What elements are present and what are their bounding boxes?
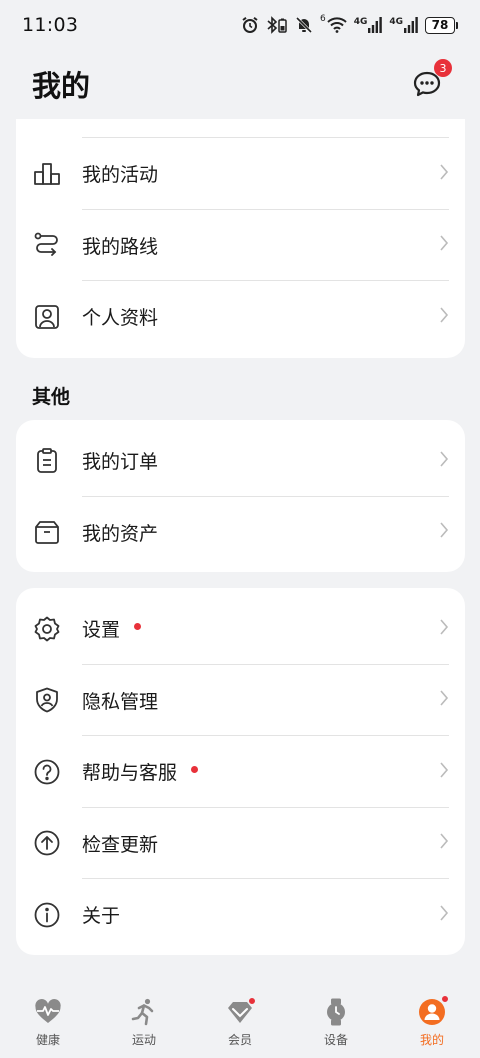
messages-button[interactable]: 3 [410, 59, 452, 101]
mute-bell-icon [295, 16, 313, 34]
row-label: 个人资料 [82, 307, 159, 330]
nav-label: 运动 [131, 1033, 156, 1047]
status-icons: 6 4G 4G 78 [241, 14, 458, 34]
row-my-orders[interactable]: 我的订单 [16, 425, 465, 497]
nav-label: 健康 [35, 1033, 60, 1047]
profile-icon [32, 302, 62, 332]
nav-member[interactable]: 会员 [205, 996, 275, 1048]
nav-health[interactable]: 健康 [13, 996, 83, 1048]
route-icon [32, 230, 62, 260]
row-label: 我的订单 [82, 451, 159, 474]
card-my-items: 我的活动 我的路线 个人资料 [16, 119, 465, 358]
row-label: 隐私管理 [82, 690, 159, 713]
nav-me[interactable]: 我的 [397, 995, 467, 1048]
row-settings[interactable]: 设置 [16, 593, 465, 665]
battery-indicator: 78 [425, 16, 458, 34]
row-my-assets[interactable]: 我的资产 [16, 497, 465, 569]
chevron-right-icon [439, 761, 449, 783]
nav-label: 会员 [227, 1033, 252, 1047]
row-label: 关于 [82, 905, 121, 928]
chevron-right-icon [439, 904, 449, 926]
wifi-indicator: 6 [320, 14, 347, 33]
section-title-other: 其他 [32, 386, 71, 408]
notification-dot [441, 995, 449, 1003]
row-label: 我的资产 [82, 522, 159, 545]
me-avatar-icon [416, 995, 449, 1028]
health-heart-icon [32, 996, 64, 1028]
bluetooth-battery-icon [267, 16, 287, 34]
signal-bars-icon [404, 17, 418, 33]
page-title: 我的 [32, 69, 91, 103]
chevron-right-icon [439, 618, 449, 640]
wifi-icon [326, 17, 347, 33]
row-check-update[interactable]: 检查更新 [16, 808, 465, 879]
chevron-right-icon [439, 689, 449, 711]
row-label: 帮助与客服 [82, 762, 178, 785]
running-icon [128, 996, 160, 1028]
chevron-right-icon [439, 832, 449, 854]
privacy-shield-icon [32, 685, 62, 715]
battery-tip [456, 21, 458, 29]
update-arrow-icon [32, 828, 62, 858]
message-count-badge: 3 [434, 59, 452, 77]
order-clipboard-icon [32, 446, 62, 476]
bottom-nav: 健康 运动 会员 设备 我的 [0, 990, 480, 1058]
assets-box-icon [32, 517, 62, 547]
row-label: 检查更新 [82, 833, 159, 856]
nav-label: 我的 [419, 1033, 444, 1047]
row-label: 我的活动 [82, 164, 159, 187]
nav-device[interactable]: 设备 [301, 996, 371, 1048]
row-profile[interactable]: 个人资料 [16, 281, 465, 353]
card-settings: 设置 隐私管理 帮助与客服 检查更新 关于 [16, 588, 465, 955]
watch-icon [320, 996, 352, 1028]
chevron-right-icon [439, 306, 449, 328]
status-bar: 11:03 6 4G 4G 78 [0, 0, 480, 50]
activity-podium-icon [32, 159, 62, 189]
signal-1: 4G [354, 17, 383, 33]
info-icon [32, 900, 62, 930]
chevron-right-icon [439, 450, 449, 472]
chevron-right-icon [439, 234, 449, 256]
row-help[interactable]: 帮助与客服 [16, 736, 465, 808]
gear-icon [32, 614, 62, 644]
signal-bars-icon [368, 17, 383, 33]
row-my-activities[interactable]: 我的活动 [16, 138, 465, 210]
member-gem-icon [224, 996, 256, 1028]
row-label: 设置 [82, 619, 121, 642]
row-label: 我的路线 [82, 235, 159, 258]
nav-exercise[interactable]: 运动 [109, 996, 179, 1048]
nav-label: 设备 [323, 1033, 348, 1047]
card-other: 我的订单 我的资产 [16, 420, 465, 572]
page-header: 我的 3 [0, 54, 480, 114]
help-icon [32, 757, 62, 787]
row-privacy[interactable]: 隐私管理 [16, 665, 465, 736]
chevron-right-icon [439, 521, 449, 543]
notification-dot [134, 623, 142, 631]
notification-dot [248, 997, 256, 1005]
status-time: 11:03 [22, 14, 79, 36]
row-my-routes[interactable]: 我的路线 [16, 210, 465, 281]
row-about[interactable]: 关于 [16, 879, 465, 951]
battery-level: 78 [425, 16, 455, 34]
chevron-right-icon [439, 163, 449, 185]
signal-2: 4G [389, 17, 418, 33]
alarm-icon [242, 16, 258, 33]
notification-dot [191, 766, 199, 774]
